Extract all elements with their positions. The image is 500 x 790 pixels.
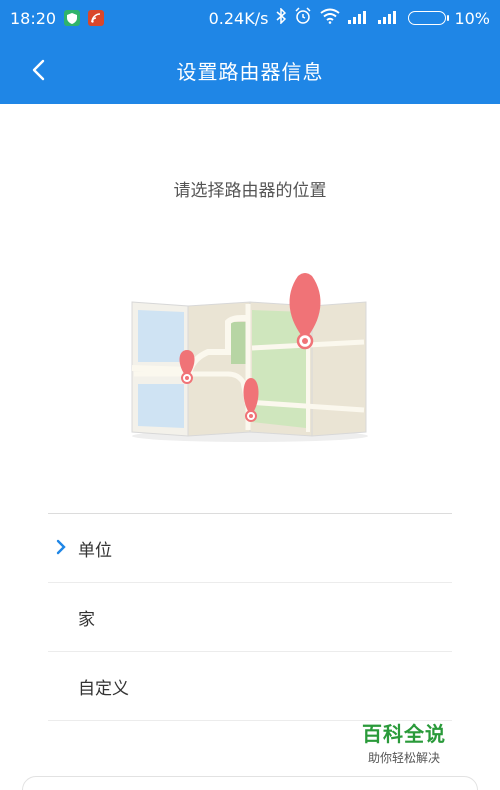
wifi-icon — [320, 8, 341, 28]
back-button[interactable] — [20, 52, 56, 88]
app-header: 设置路由器信息 — [0, 36, 500, 104]
location-options: 单位 家 自定义 — [48, 513, 452, 721]
signal-icon — [378, 9, 400, 28]
status-bar: 18:20 0.24K/s 10% — [0, 0, 500, 36]
watermark-logo: 百科全说 助你轻松解决 — [362, 718, 446, 766]
option-home[interactable]: 家 — [48, 583, 452, 652]
status-time: 18:20 — [10, 8, 57, 28]
option-label: 自定义 — [78, 678, 129, 699]
location-pin-icon — [179, 350, 195, 384]
bluetooth-icon — [276, 7, 287, 28]
chevron-left-icon — [32, 59, 45, 81]
location-pin-icon — [243, 378, 259, 422]
option-label: 单位 — [78, 540, 112, 561]
wifi-signal-icon — [88, 10, 105, 26]
alarm-icon — [294, 7, 312, 29]
network-speed: 0.24K/s — [208, 8, 269, 28]
bottom-card — [22, 776, 478, 790]
chevron-right-icon — [56, 539, 66, 555]
battery-level: 10% — [454, 8, 490, 28]
signal-icon — [348, 9, 370, 28]
shield-icon — [64, 10, 81, 26]
option-label: 家 — [78, 609, 95, 630]
map-illustration — [131, 273, 368, 442]
battery-icon — [408, 11, 450, 25]
option-work[interactable]: 单位 — [48, 514, 452, 583]
watermark-subtitle: 助你轻松解决 — [367, 751, 440, 765]
location-prompt: 请选择路由器的位置 — [173, 181, 327, 201]
watermark-title: 百科全说 — [362, 722, 446, 746]
page-title: 设置路由器信息 — [176, 59, 324, 84]
option-custom[interactable]: 自定义 — [48, 652, 452, 721]
